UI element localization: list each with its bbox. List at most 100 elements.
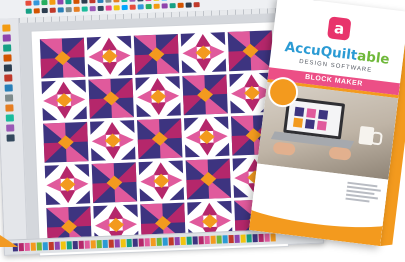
mini-quilt-block [292, 117, 303, 128]
fabric-swatch[interactable] [48, 241, 54, 251]
toolbar-tool-icon[interactable] [105, 0, 112, 3]
toolbar-tool-icon[interactable] [113, 0, 120, 3]
toolbar-tool-icon[interactable] [49, 0, 56, 5]
toolbar-tool-icon[interactable] [169, 3, 176, 9]
toolbar-tool-icon[interactable] [161, 0, 168, 1]
toolbar-tool-icon[interactable] [153, 3, 160, 9]
fabric-swatch[interactable] [114, 239, 120, 248]
toolbar-tool-icon[interactable] [33, 0, 40, 6]
toolbar-tool-icon[interactable] [49, 7, 56, 13]
side-tool-icon[interactable] [5, 104, 14, 112]
fabric-swatch[interactable] [222, 235, 228, 244]
toolbar-tool-icon[interactable] [121, 0, 128, 3]
toolbar-tool-icon[interactable] [73, 6, 80, 12]
fabric-swatch[interactable] [18, 243, 24, 252]
toolbar-tool-icon[interactable] [145, 3, 152, 10]
fabric-swatch[interactable] [66, 241, 72, 250]
toolbar-tool-icon[interactable] [25, 0, 32, 6]
fabric-swatch[interactable] [36, 242, 42, 251]
fabric-swatch[interactable] [156, 237, 162, 246]
side-tool-icon[interactable] [4, 74, 13, 82]
orange-corner-accent [0, 235, 18, 247]
fabric-swatch[interactable] [72, 240, 78, 250]
quilt-design[interactable] [33, 24, 286, 254]
fabric-swatch[interactable] [228, 234, 234, 244]
toolbar-tool-icon[interactable] [177, 2, 184, 8]
mini-quilt-block [318, 109, 329, 120]
fabric-swatch[interactable] [54, 241, 60, 250]
toolbar-tool-icon[interactable] [137, 4, 144, 10]
fabric-swatch[interactable] [240, 234, 246, 243]
mini-quilt-block [304, 119, 315, 130]
fabric-swatch[interactable] [234, 234, 240, 243]
mini-quilt-block [316, 120, 327, 131]
fabric-swatch[interactable] [84, 240, 90, 249]
side-tool-icon[interactable] [5, 114, 14, 122]
fabric-swatch[interactable] [90, 240, 96, 249]
side-tool-icon[interactable] [2, 24, 11, 32]
fabric-swatch[interactable] [174, 237, 180, 246]
toolbar-tool-icon[interactable] [33, 8, 40, 14]
mini-quilt-block [306, 108, 317, 119]
side-tool-icon[interactable] [2, 34, 11, 42]
fabric-swatch[interactable] [162, 237, 168, 246]
toolbar-tool-icon[interactable] [105, 5, 112, 11]
side-tool-icon[interactable] [6, 134, 15, 142]
toolbar-tool-icon[interactable] [129, 4, 136, 10]
fabric-swatch[interactable] [150, 237, 156, 247]
toolbar-tool-icon[interactable] [89, 0, 96, 4]
toolbar-tool-icon[interactable] [97, 0, 104, 4]
fabric-swatch[interactable] [144, 238, 150, 247]
fine-print [345, 181, 383, 206]
toolbar-tool-icon[interactable] [81, 0, 88, 4]
mini-quilt-block [294, 106, 305, 117]
fabric-swatch[interactable] [180, 236, 186, 246]
toolbar-tool-icon[interactable] [113, 5, 120, 11]
fabric-swatch[interactable] [192, 236, 198, 245]
side-tool-icon[interactable] [6, 124, 15, 132]
fabric-swatch[interactable] [198, 236, 204, 245]
fabric-swatch[interactable] [120, 239, 126, 248]
fabric-swatch[interactable] [168, 237, 174, 246]
fabric-swatch[interactable] [204, 235, 210, 245]
fabric-swatch[interactable] [210, 235, 216, 244]
fabric-swatch[interactable] [216, 235, 222, 244]
toolbar-tool-icon[interactable] [73, 0, 80, 4]
side-tool-icon[interactable] [3, 44, 12, 52]
fabric-swatch[interactable] [132, 238, 138, 247]
toolbar-tool-icon[interactable] [57, 0, 64, 5]
toolbar-tool-icon[interactable] [129, 0, 136, 2]
fabric-swatch[interactable] [186, 236, 192, 245]
side-tool-icon[interactable] [4, 94, 14, 102]
side-tool-icon[interactable] [3, 64, 13, 72]
side-tool-icon[interactable] [3, 54, 12, 62]
toolbar-tool-icon[interactable] [121, 4, 128, 11]
toolbar-tool-icon[interactable] [137, 0, 144, 2]
toolbar-tool-icon[interactable] [65, 0, 72, 5]
toolbar-tool-icon[interactable] [153, 0, 160, 1]
fabric-swatch[interactable] [126, 238, 132, 248]
toolbar-tool-icon[interactable] [97, 5, 104, 12]
toolbar-tool-icon[interactable] [57, 7, 64, 13]
toolbar-tool-icon[interactable] [89, 6, 96, 12]
fabric-swatch[interactable] [96, 240, 102, 249]
fabric-swatch[interactable] [60, 241, 66, 250]
toolbar-tool-icon[interactable] [193, 2, 200, 8]
toolbar-tool-icon[interactable] [81, 6, 88, 12]
toolbar-tool-icon[interactable] [41, 7, 48, 14]
box-front: a AccuQuiltable DESIGN SOFTWARE BLOCK MA… [249, 0, 405, 247]
fabric-swatch[interactable] [138, 238, 144, 247]
toolbar-tool-icon[interactable] [25, 8, 32, 14]
toolbar-tool-icon[interactable] [65, 7, 72, 13]
toolbar-tool-icon[interactable] [161, 3, 168, 9]
quilt-layout [39, 30, 280, 248]
side-tool-icon[interactable] [4, 84, 13, 92]
fabric-swatch[interactable] [42, 242, 48, 251]
fabric-swatch[interactable] [78, 240, 84, 249]
brand-name-accent: able [356, 47, 391, 68]
toolbar-tool-icon[interactable] [145, 0, 152, 2]
logo-letter: a [333, 18, 346, 38]
mug-handle [370, 131, 383, 146]
toolbar-tool-icon[interactable] [41, 0, 48, 6]
toolbar-tool-icon[interactable] [185, 2, 192, 8]
